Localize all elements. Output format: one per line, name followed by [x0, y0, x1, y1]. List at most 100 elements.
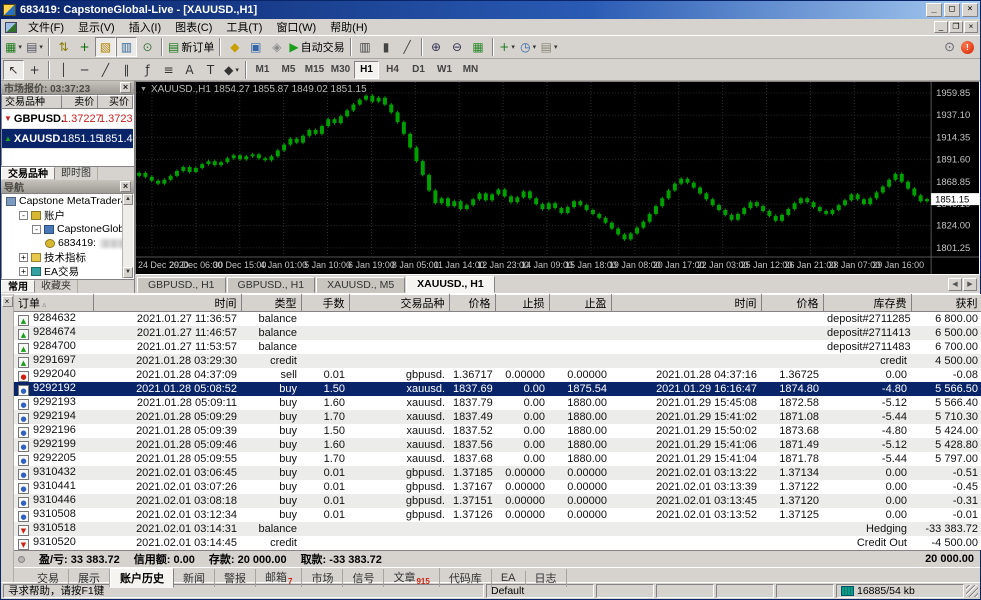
timeframe-H4[interactable]: H4: [380, 61, 405, 79]
zoom-in-button[interactable]: ⊕: [426, 37, 447, 57]
channel-tool[interactable]: ∥: [116, 60, 137, 80]
table-row[interactable]: ●93104462021.02.01 03:08:18buy0.01gbpusd…: [14, 494, 981, 508]
market-watch-close-icon[interactable]: ×: [120, 82, 131, 93]
new-chart-button[interactable]: ▦▾: [3, 37, 24, 57]
trendline-tool[interactable]: ╱: [95, 60, 116, 80]
minimize-button[interactable]: _: [926, 3, 942, 17]
shapes-tool[interactable]: ◆▾: [221, 60, 242, 80]
history-column-5[interactable]: 价格: [449, 295, 495, 312]
navigator-tab-0[interactable]: 常用: [1, 280, 35, 293]
terminal-tab-1[interactable]: 展示: [69, 569, 110, 587]
horizontal-line-tool[interactable]: ─: [74, 60, 95, 80]
table-row[interactable]: ▼93105182021.02.01 03:14:31balanceHedgin…: [14, 522, 981, 536]
terminal-tab-3[interactable]: 新闻: [174, 569, 215, 587]
mdi-restore-button[interactable]: ❐: [949, 21, 963, 33]
menu-item-2[interactable]: 插入(I): [122, 18, 168, 36]
chart-pane[interactable]: ▼ XAUUSD.,H1 1854.27 1855.87 1849.02 185…: [135, 81, 980, 275]
navigator-tab-1[interactable]: 收藏夹: [35, 280, 78, 293]
history-column-7[interactable]: 止盈: [549, 295, 611, 312]
chevron-down-icon[interactable]: ▾: [511, 43, 515, 51]
table-row[interactable]: ▲92847002021.01.27 11:53:57balancedeposi…: [14, 340, 981, 354]
terminal-tab-4[interactable]: 警报: [215, 569, 256, 587]
chevron-down-icon[interactable]: ▾: [235, 66, 239, 74]
terminal-tab-0[interactable]: 交易: [28, 569, 69, 587]
autotrading-button[interactable]: ▶自动交易: [287, 37, 346, 57]
chevron-down-icon[interactable]: ▾: [18, 43, 22, 51]
chart-tab-3[interactable]: XAUUSD., H1: [406, 276, 495, 293]
indicators-button[interactable]: +▾: [497, 37, 518, 57]
table-row[interactable]: ●92921992021.01.28 05:09:46buy1.60xauusd…: [14, 438, 981, 452]
expand-icon[interactable]: +: [19, 253, 28, 262]
candlestick-chart-button[interactable]: ▮: [376, 37, 397, 57]
text-tool[interactable]: A: [179, 60, 200, 80]
expand-icon[interactable]: +: [19, 267, 28, 276]
tree-item-1[interactable]: -账户: [2, 208, 133, 222]
chevron-down-icon[interactable]: ▾: [39, 43, 43, 51]
table-row[interactable]: ●92922052021.01.28 05:09:55buy1.70xauusd…: [14, 452, 981, 466]
terminal-tab-6[interactable]: 市场: [302, 569, 343, 587]
table-row[interactable]: ●93104322021.02.01 03:06:45buy0.01gbpusd…: [14, 466, 981, 480]
table-row[interactable]: ●92921962021.01.28 05:09:39buy1.50xauusd…: [14, 424, 981, 438]
menu-item-6[interactable]: 帮助(H): [323, 18, 374, 36]
mw-column-0[interactable]: 交易品种: [2, 95, 62, 109]
history-column-11[interactable]: 获利: [911, 295, 981, 312]
levels-tool[interactable]: ≡: [158, 60, 179, 80]
chevron-down-icon[interactable]: ▾: [554, 43, 558, 51]
strategy-tester-button[interactable]: ⊙: [137, 37, 158, 57]
table-row[interactable]: ▼93105202021.02.01 03:14:45creditCredit …: [14, 536, 981, 550]
mw-column-1[interactable]: 卖价: [62, 95, 99, 109]
candlestick-chart[interactable]: 1959.851937.101914.351891.601868.851846.…: [136, 82, 979, 274]
resize-grip[interactable]: [966, 585, 978, 597]
close-button[interactable]: ×: [962, 3, 978, 17]
timeframe-D1[interactable]: D1: [406, 61, 431, 79]
history-column-3[interactable]: 手数: [301, 295, 349, 312]
mw-column-2[interactable]: 买价: [98, 95, 133, 109]
tree-item-5[interactable]: +EA交易: [2, 264, 133, 278]
history-column-10[interactable]: 库存费: [823, 295, 911, 312]
chart-tab-2[interactable]: XAUUSD., M5: [316, 277, 405, 293]
history-column-4[interactable]: 交易品种: [349, 295, 449, 312]
history-column-9[interactable]: 价格: [761, 295, 823, 312]
terminal-tab-7[interactable]: 信号: [343, 569, 384, 587]
crosshair-tool[interactable]: +: [24, 60, 45, 80]
menu-item-0[interactable]: 文件(F): [21, 18, 71, 36]
table-row[interactable]: ▲92846322021.01.27 11:36:57balancedeposi…: [14, 312, 981, 327]
cursor-tool[interactable]: ↖: [3, 60, 24, 80]
terminal-tab-2[interactable]: 账户历史: [110, 568, 174, 588]
timeframe-M1[interactable]: M1: [250, 61, 275, 79]
scroll-up-icon[interactable]: ▲: [123, 194, 133, 205]
label-tool[interactable]: T: [200, 60, 221, 80]
tree-item-3[interactable]: 683419:: [2, 236, 133, 250]
terminal-tab-9[interactable]: 代码库: [440, 569, 492, 587]
table-row[interactable]: ▲92916972021.01.28 03:29:30creditcredit4…: [14, 354, 981, 368]
table-row[interactable]: ●92921922021.01.28 05:08:52buy1.50xauusd…: [14, 382, 981, 396]
terminal-tab-10[interactable]: EA: [492, 571, 526, 585]
metaeditor-button[interactable]: ◆: [224, 37, 245, 57]
mdi-minimize-button[interactable]: _: [934, 21, 948, 33]
terminal-close-icon[interactable]: ×: [2, 296, 13, 307]
mdi-close-button[interactable]: ×: [964, 21, 978, 33]
zoom-out-button[interactable]: ⊖: [447, 37, 468, 57]
notification-icon[interactable]: !: [961, 41, 974, 54]
menu-item-3[interactable]: 图表(C): [168, 18, 219, 36]
terminal-tab-11[interactable]: 日志: [526, 569, 567, 587]
timeframe-W1[interactable]: W1: [432, 61, 457, 79]
tree-item-4[interactable]: +技术指标: [2, 250, 133, 264]
table-row[interactable]: ●92921932021.01.28 05:09:11buy1.60xauusd…: [14, 396, 981, 410]
signals-button[interactable]: ◈: [266, 37, 287, 57]
table-row[interactable]: ●93104412021.02.01 03:07:26buy0.01gbpusd…: [14, 480, 981, 494]
table-row[interactable]: ●93105082021.02.01 03:12:34buy0.01gbpusd…: [14, 508, 981, 522]
history-column-6[interactable]: 止损: [495, 295, 549, 312]
timeframe-M15[interactable]: M15: [302, 61, 327, 79]
collapse-icon[interactable]: -: [19, 211, 28, 220]
terminal-tab-8[interactable]: 文章915: [384, 568, 439, 587]
chevron-down-icon[interactable]: ▾: [533, 43, 537, 51]
periods-button[interactable]: ◷▾: [518, 37, 539, 57]
data-window-button[interactable]: +: [74, 37, 95, 57]
table-row[interactable]: ●92920402021.01.28 04:37:09sell0.01gbpus…: [14, 368, 981, 382]
scroll-down-icon[interactable]: ▼: [123, 267, 133, 278]
new-order-button[interactable]: ▤新订单: [166, 37, 216, 57]
market-watch-row[interactable]: ▼GBPUSD.1.372271.37232: [2, 109, 133, 129]
terminal-tab-5[interactable]: 邮箱7: [256, 568, 302, 587]
tree-item-2[interactable]: -CapstoneGlobal-1: [2, 222, 133, 236]
